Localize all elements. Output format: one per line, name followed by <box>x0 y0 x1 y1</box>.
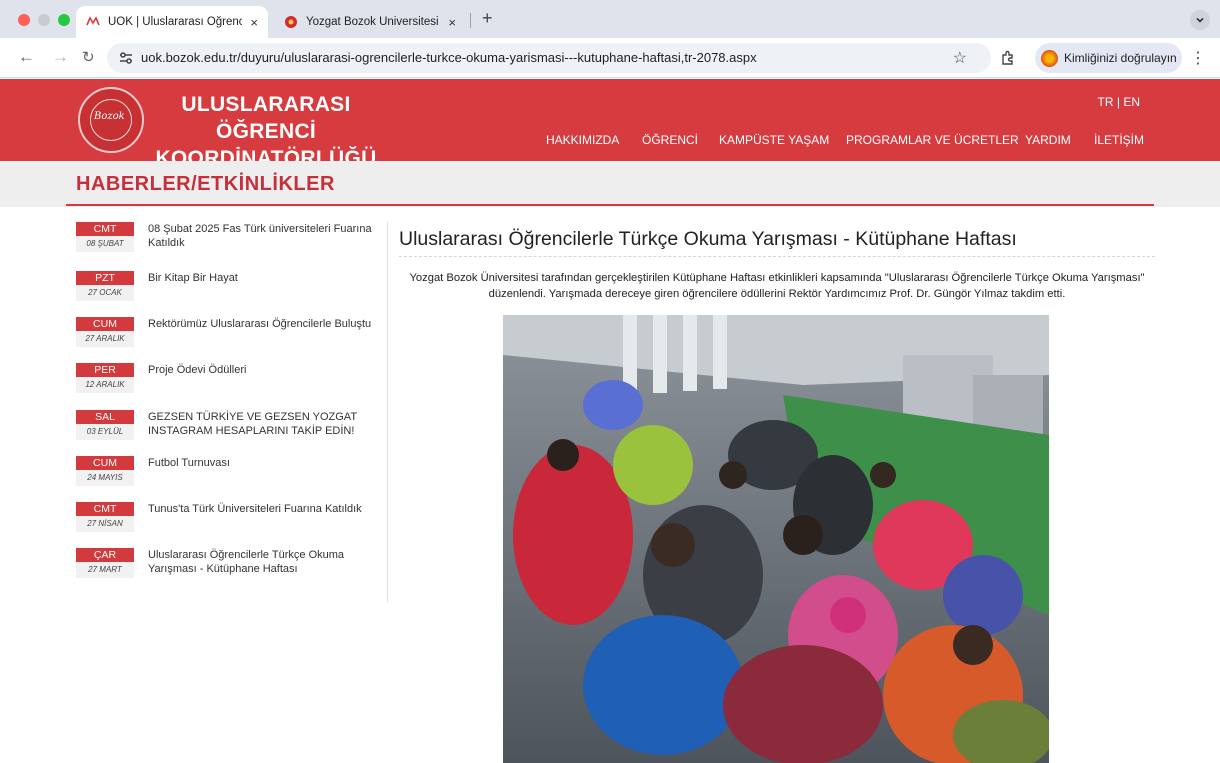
news-title[interactable]: Futbol Turnuvası <box>148 456 380 470</box>
news-item[interactable]: PER 12 ARALIK Proje Ödevi Ödülleri <box>76 363 386 403</box>
date-badge: CUM 27 ARALIK <box>76 317 134 347</box>
profile-label: Kimliğinizi doğrulayın <box>1064 51 1177 65</box>
news-item[interactable]: PZT 27 OCAK Bir Kitap Bir Hayat <box>76 271 386 311</box>
date-badge: PZT 27 OCAK <box>76 271 134 301</box>
date-day: ÇAR <box>76 548 134 562</box>
tab-yozgat-bozok[interactable]: Yozgat Bozok Üniversitesi × <box>274 6 466 38</box>
news-item[interactable]: CMT 27 NİSAN Tunus'ta Türk Üniversiteler… <box>76 502 386 542</box>
article-title-divider <box>399 256 1155 257</box>
site-header: Bozok ULUSLARARASI ÖĞRENCİ KOORDİNATÖRLÜ… <box>0 79 1220 170</box>
event-photo-illustration <box>503 315 1049 763</box>
browser-toolbar: ← → ↻ uok.bozok.edu.tr/duyuru/uluslarara… <box>0 38 1220 78</box>
address-bar[interactable]: uok.bozok.edu.tr/duyuru/uluslararasi-ogr… <box>107 43 991 73</box>
date-badge: CMT 08 ŞUBAT <box>76 222 134 252</box>
profile-avatar-icon <box>1041 49 1058 67</box>
news-item[interactable]: CMT 08 ŞUBAT 08 Şubat 2025 Fas Türk üniv… <box>76 222 386 262</box>
news-title[interactable]: Bir Kitap Bir Hayat <box>148 271 380 285</box>
news-title[interactable]: GEZSEN TÜRKİYE VE GEZSEN YOZGAT INSTAGRA… <box>148 410 380 438</box>
tab-uok[interactable]: UOK | Uluslararası Öğrenciler × <box>76 6 268 38</box>
minimize-window-button[interactable] <box>38 14 50 26</box>
date-day: CMT <box>76 222 134 236</box>
date-daymonth: 08 ŞUBAT <box>76 236 134 252</box>
nav-hakkimizda[interactable]: HAKKIMIZDA <box>546 133 619 147</box>
browser-menu-icon[interactable]: ⋮ <box>1190 48 1206 68</box>
article-title: Uluslararası Öğrencilerle Türkçe Okuma Y… <box>399 228 1017 250</box>
date-daymonth: 12 ARALIK <box>76 377 134 393</box>
profile-verify-button[interactable]: Kimliğinizi doğrulayın <box>1035 43 1182 73</box>
nav-programlar[interactable]: PROGRAMLAR VE ÜCRETLER <box>846 133 1019 147</box>
date-daymonth: 27 OCAK <box>76 285 134 301</box>
article-photo[interactable] <box>503 315 1049 763</box>
date-day: CMT <box>76 502 134 516</box>
news-title[interactable]: 08 Şubat 2025 Fas Türk üniversiteleri Fu… <box>148 222 380 250</box>
date-badge: SAL 03 EYLÜL <box>76 410 134 440</box>
language-switcher[interactable]: TR | EN <box>1098 95 1140 109</box>
site-title-line1: ULUSLARARASI ÖĞRENCİ <box>181 93 351 143</box>
back-arrow-icon[interactable]: ← <box>18 47 35 67</box>
nav-yardim[interactable]: YARDIM <box>1025 133 1071 147</box>
date-daymonth: 03 EYLÜL <box>76 424 134 440</box>
date-day: CUM <box>76 456 134 470</box>
news-sidebar: CMT 08 ŞUBAT 08 Şubat 2025 Fas Türk üniv… <box>76 222 388 602</box>
tab-title: UOK | Uluslararası Öğrenciler <box>108 16 243 28</box>
date-daymonth: 27 ARALIK <box>76 331 134 347</box>
news-item[interactable]: ÇAR 27 MART Uluslararası Öğrencilerle Tü… <box>76 548 386 588</box>
site-settings-icon[interactable] <box>117 49 135 67</box>
date-daymonth: 27 NİSAN <box>76 516 134 532</box>
reload-icon[interactable]: ↻ <box>82 48 95 66</box>
nav-kampuste-yasam[interactable]: KAMPÜSTE YAŞAM <box>719 133 829 147</box>
news-title[interactable]: Uluslararası Öğrencilerle Türkçe Okuma Y… <box>148 548 380 576</box>
maximize-window-button[interactable] <box>58 14 70 26</box>
forward-arrow-icon[interactable]: → <box>52 47 69 67</box>
date-daymonth: 27 MART <box>76 562 134 578</box>
close-tab-icon[interactable]: × <box>250 15 258 30</box>
close-tab-icon[interactable]: × <box>448 15 456 30</box>
date-day: SAL <box>76 410 134 424</box>
extensions-puzzle-icon[interactable] <box>1000 50 1016 66</box>
url-text[interactable]: uok.bozok.edu.tr/duyuru/uluslararasi-ogr… <box>141 50 757 65</box>
news-title[interactable]: Rektörümüz Uluslararası Öğrencilerle Bul… <box>148 317 380 331</box>
date-daymonth: 24 MAYIS <box>76 470 134 486</box>
news-item[interactable]: CUM 27 ARALIK Rektörümüz Uluslararası Öğ… <box>76 317 386 357</box>
logo-signature: Bozok <box>94 111 125 122</box>
tab-separator <box>470 13 471 28</box>
tab-title: Yozgat Bozok Üniversitesi <box>306 16 439 28</box>
date-badge: CMT 27 NİSAN <box>76 502 134 532</box>
news-title[interactable]: Tunus'ta Türk Üniversiteleri Fuarına Kat… <box>148 502 380 516</box>
nav-ogrenci[interactable]: ÖĞRENCİ <box>642 133 698 147</box>
date-badge: ÇAR 27 MART <box>76 548 134 578</box>
section-divider <box>66 204 1154 206</box>
date-day: CUM <box>76 317 134 331</box>
article-body: Yozgat Bozok Üniversitesi tarafından ger… <box>409 272 1145 300</box>
university-logo[interactable]: Bozok <box>78 87 144 153</box>
section-title: HABERLER/ETKİNLİKLER <box>76 173 335 195</box>
tab-search-button[interactable] <box>1190 10 1210 30</box>
nav-iletisim[interactable]: İLETİŞİM <box>1094 133 1144 147</box>
date-badge: PER 12 ARALIK <box>76 363 134 393</box>
site-title[interactable]: ULUSLARARASI ÖĞRENCİ KOORDİNATÖRLÜĞÜ <box>146 91 386 172</box>
news-title[interactable]: Proje Ödevi Ödülleri <box>148 363 380 377</box>
browser-tab-strip: UOK | Uluslararası Öğrenciler × Yozgat B… <box>0 0 1220 38</box>
chevron-down-icon <box>1196 17 1204 23</box>
close-window-button[interactable] <box>18 14 30 26</box>
date-day: PER <box>76 363 134 377</box>
news-item[interactable]: SAL 03 EYLÜL GEZSEN TÜRKİYE VE GEZSEN YO… <box>76 410 386 450</box>
new-tab-button[interactable]: + <box>482 8 493 29</box>
date-badge: CUM 24 MAYIS <box>76 456 134 486</box>
news-item[interactable]: CUM 24 MAYIS Futbol Turnuvası <box>76 456 386 496</box>
uok-favicon-icon <box>86 16 100 26</box>
date-day: PZT <box>76 271 134 285</box>
section-band: HABERLER/ETKİNLİKLER <box>0 161 1220 207</box>
bookmark-star-icon[interactable]: ☆ <box>953 48 967 68</box>
bozok-favicon-icon <box>285 16 297 28</box>
